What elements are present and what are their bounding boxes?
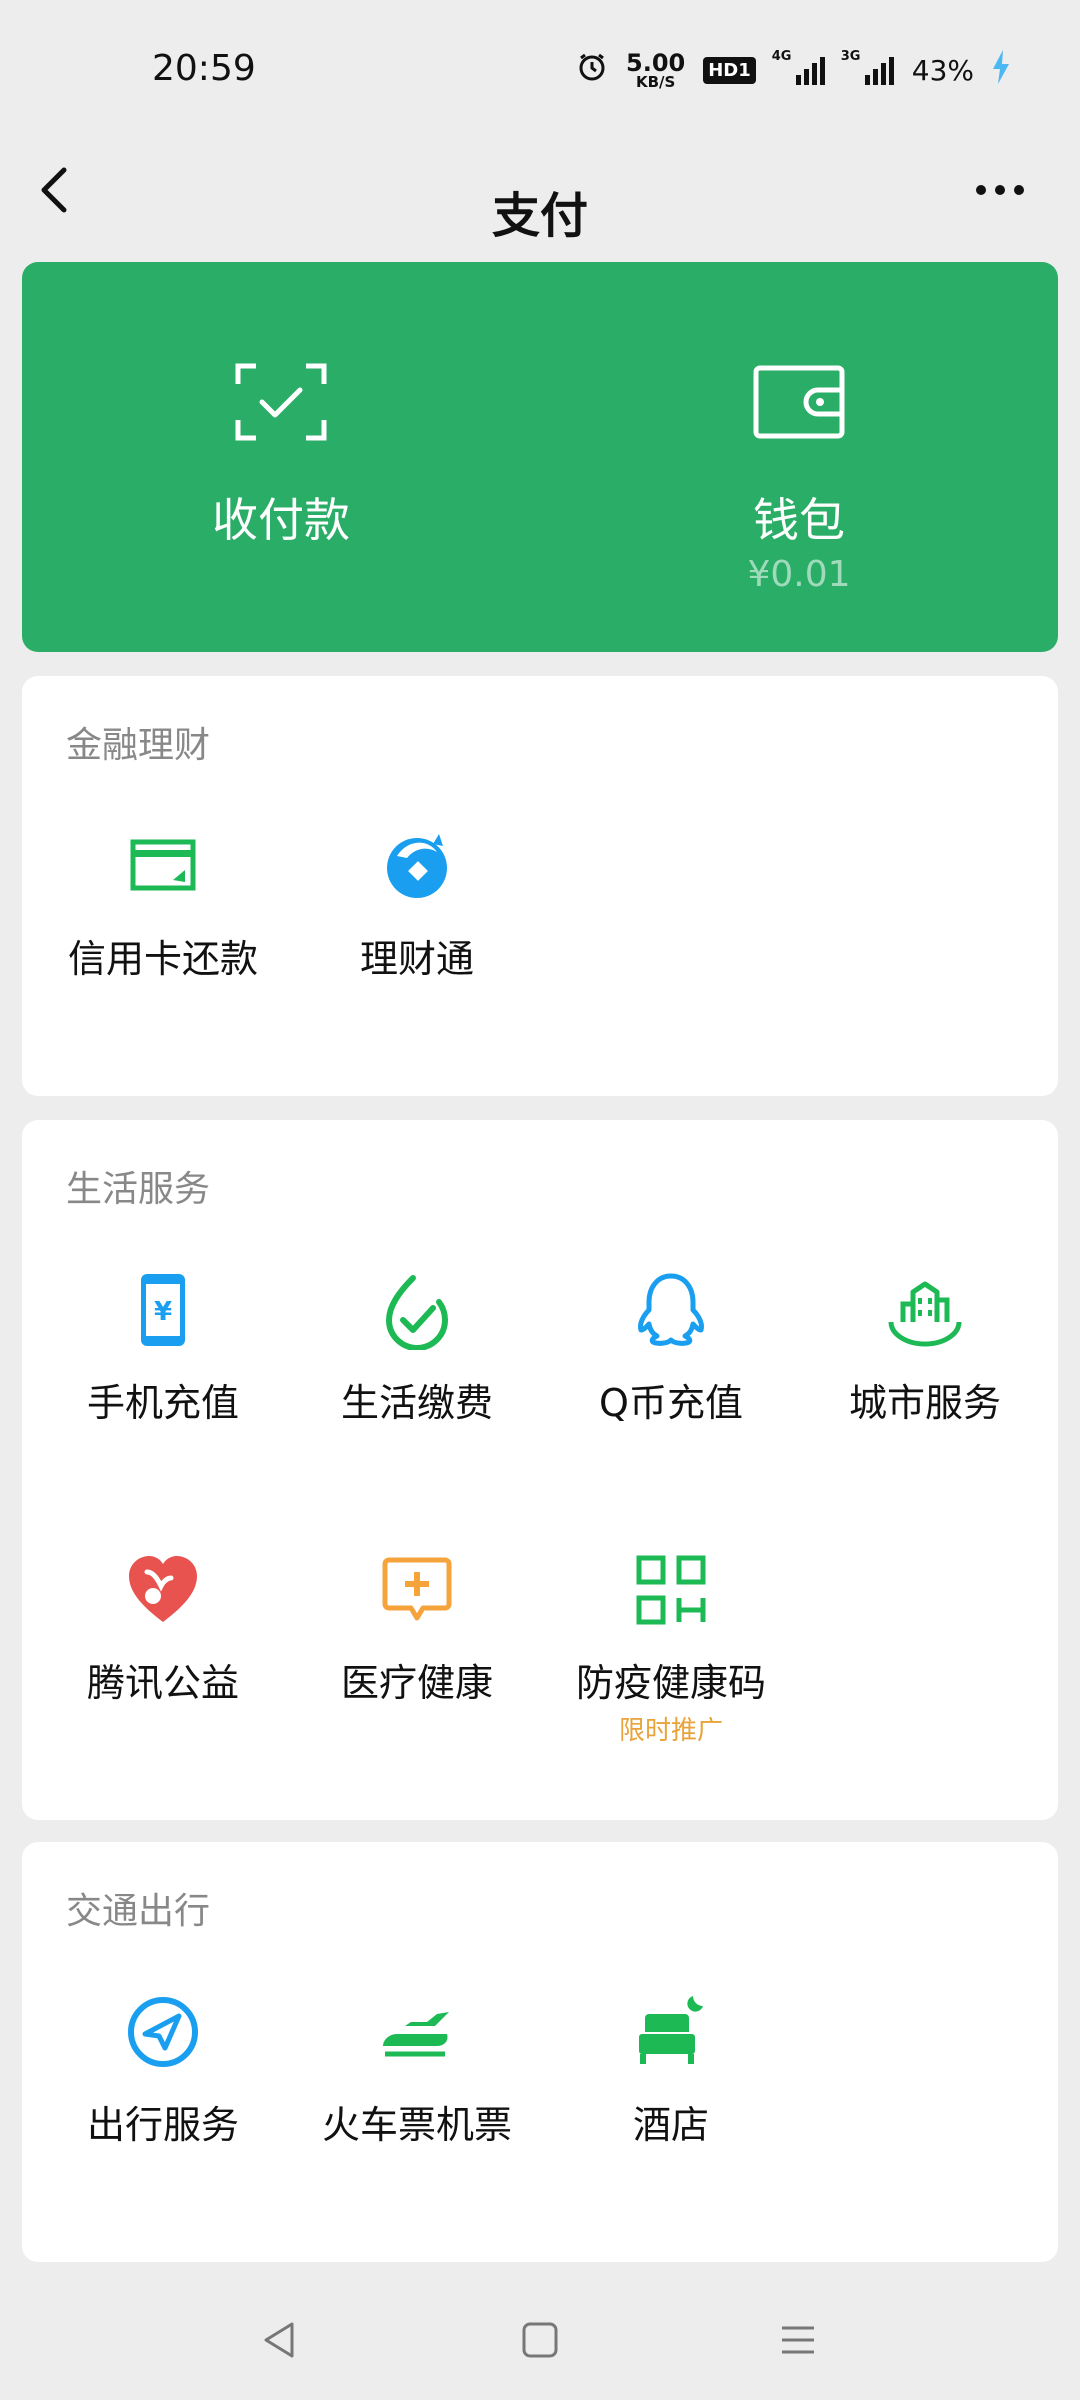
pay-receive-label: 收付款 — [212, 493, 350, 547]
svg-text:¥: ¥ — [154, 1297, 172, 1327]
promo-badge: 限时推广 — [618, 1716, 723, 1746]
section-title: 交通出行 — [66, 1891, 211, 1932]
medical-icon — [377, 1550, 457, 1630]
more-button[interactable] — [960, 150, 1040, 230]
system-home-button[interactable] — [500, 2300, 580, 2380]
system-menu-button[interactable] — [758, 2300, 838, 2380]
finance-item-licaitong[interactable]: 理财通 — [290, 796, 544, 1036]
status-icons: 5.00 KB/S HD1 4G 3G 43% — [576, 49, 1010, 91]
life-item-city-service[interactable]: 城市服务 — [798, 1240, 1052, 1480]
life-item-medical[interactable]: 医疗健康 — [290, 1520, 544, 1760]
phone-topup-icon: ¥ — [123, 1270, 203, 1350]
train-icon — [377, 1992, 457, 2072]
transport-item-travel[interactable]: 出行服务 — [36, 1962, 290, 2202]
life-services-section: 生活服务 ¥ 手机充值 生活缴费 Q币充值 城市服务 腾讯公益 医疗健康 防疫健… — [22, 1120, 1058, 1820]
bill-payment-icon — [377, 1270, 457, 1351]
hotel-icon — [631, 1992, 711, 2072]
signal-icon-sim2: 3G — [841, 49, 894, 85]
credit-card-icon — [123, 826, 203, 906]
page-title: 支付 — [491, 188, 588, 244]
finance-section: 金融理财 信用卡还款 理财通 — [22, 676, 1058, 1096]
section-title: 生活服务 — [66, 1169, 211, 1210]
wallet-button[interactable]: 钱包 ¥0.01 — [540, 262, 1058, 652]
licaitong-icon — [377, 826, 457, 906]
transport-item-train-flight[interactable]: 火车票机票 — [290, 1962, 544, 2202]
network-speed: 5.00 KB/S — [626, 49, 686, 91]
menu-lines-icon — [782, 2326, 814, 2354]
more-dot-icon — [976, 185, 986, 195]
life-item-bill-payment[interactable]: 生活缴费 — [290, 1240, 544, 1480]
section-title: 金融理财 — [66, 725, 211, 766]
pay-receive-button[interactable]: 收付款 — [22, 262, 540, 652]
scan-check-icon — [234, 362, 328, 446]
finance-item-credit-card[interactable]: 信用卡还款 — [36, 796, 290, 1036]
alarm-icon — [576, 51, 608, 90]
hd-badge: HD1 — [703, 57, 756, 84]
status-time: 20:59 — [152, 48, 256, 89]
payment-hero-card: 收付款 钱包 ¥0.01 — [22, 262, 1058, 652]
status-bar: 20:59 5.00 KB/S HD1 4G 3G 43% — [0, 0, 1080, 140]
wallet-balance: ¥0.01 — [747, 554, 851, 595]
charging-icon — [992, 50, 1010, 91]
life-item-charity[interactable]: 腾讯公益 — [36, 1520, 290, 1760]
wallet-icon — [752, 362, 846, 446]
qq-coin-icon — [631, 1270, 711, 1350]
square-home-icon — [522, 2322, 558, 2358]
system-back-button[interactable] — [240, 2300, 320, 2380]
life-item-health-code[interactable]: 防疫健康码 限时推广 — [544, 1520, 798, 1760]
travel-icon — [123, 1992, 203, 2072]
life-item-qq-coin[interactable]: Q币充值 — [544, 1240, 798, 1480]
transport-item-hotel[interactable]: 酒店 — [544, 1962, 798, 2202]
transport-section: 交通出行 出行服务 火车票机票 酒店 — [22, 1842, 1058, 2262]
signal-icon-sim1: 4G — [772, 49, 825, 85]
qr-code-icon — [631, 1550, 711, 1630]
city-service-icon — [885, 1270, 965, 1350]
battery-level: 43% — [911, 54, 974, 87]
nav-bar: 支付 — [0, 140, 1080, 270]
life-item-phone-topup[interactable]: ¥ 手机充值 — [36, 1240, 290, 1480]
charity-heart-icon — [123, 1550, 203, 1630]
wallet-label: 钱包 — [753, 493, 845, 547]
system-nav-bar — [0, 2280, 1080, 2400]
triangle-back-icon — [264, 2322, 294, 2358]
